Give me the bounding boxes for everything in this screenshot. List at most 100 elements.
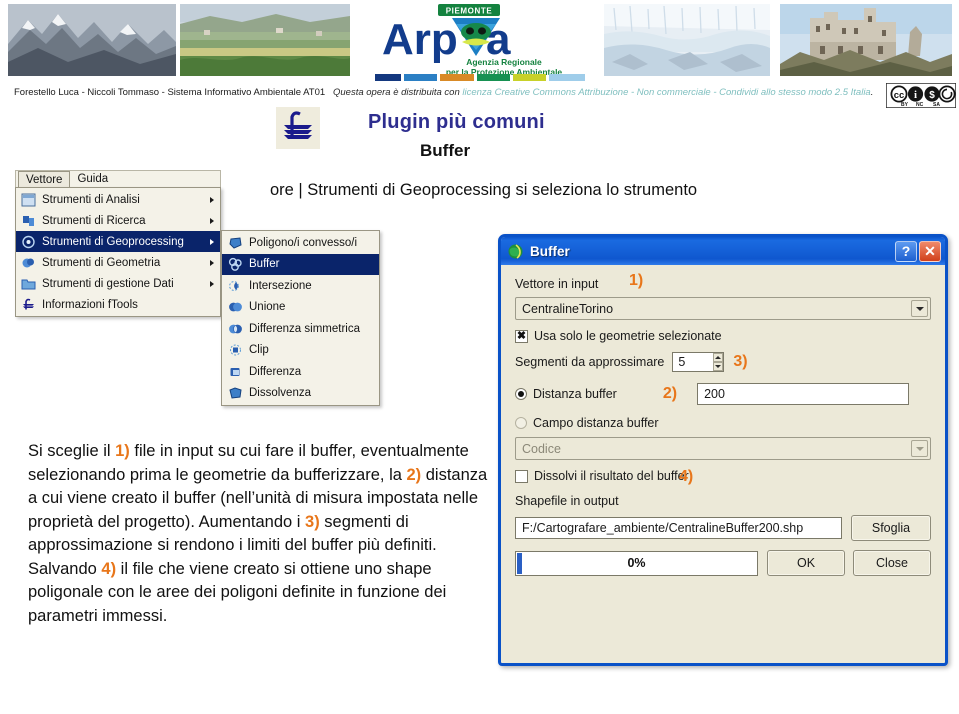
submenu-item-label: Intersezione: [249, 279, 312, 292]
menu-item-strumenti-di-ricerca[interactable]: Strumenti di Ricerca: [16, 210, 220, 231]
svg-text:SA: SA: [933, 102, 940, 108]
segments-stepper[interactable]: 5: [672, 352, 725, 372]
chevron-down-icon[interactable]: [911, 300, 928, 317]
dissolve-icon: [227, 385, 244, 401]
color-bar-segment: [375, 74, 402, 81]
submenu-item-buffer[interactable]: Buffer: [222, 253, 379, 275]
submenu-item-differenza-simmetrica[interactable]: Differenza simmetrica: [222, 318, 379, 340]
distance-field-row[interactable]: Campo distanza buffer: [515, 416, 931, 430]
dialog-title: Buffer: [530, 243, 570, 259]
menu-item-label: Strumenti di Ricerca: [42, 214, 146, 227]
header-band: PIEMONTE Arp a Agenzia Regionale per la …: [0, 0, 959, 81]
spinner-down-icon[interactable]: [713, 362, 724, 371]
color-bar-segment: [512, 74, 546, 81]
menu-item-label: Informazioni fTools: [42, 298, 138, 311]
clip-icon: [227, 342, 244, 358]
license-link[interactable]: licenza Creative Commons Attribuzione - …: [462, 87, 870, 98]
submenu-item-label: Dissolvenza: [249, 387, 311, 400]
segments-label: Segmenti da approssimare: [515, 355, 665, 369]
snowy-mountains-photo: [8, 4, 176, 76]
menu-item-label: Strumenti di Analisi: [42, 193, 140, 206]
submenu-item-label: Clip: [249, 344, 269, 357]
buffer-distance-input[interactable]: 200: [697, 383, 910, 405]
marker-3: 3): [733, 353, 748, 370]
spinner-buttons[interactable]: [708, 353, 724, 371]
menu-item-label: Strumenti di Geoprocessing: [42, 235, 184, 248]
menu-item-label: Strumenti di Geometria: [42, 256, 161, 269]
color-bar-segment: [440, 74, 474, 81]
distance-field-combo[interactable]: Codice: [515, 437, 931, 460]
use-selected-only-checkbox[interactable]: ✖: [515, 329, 528, 343]
submenu-item-clip[interactable]: Clip: [222, 340, 379, 362]
marker-2: 2): [662, 385, 678, 402]
page-subtitle: Buffer: [420, 141, 471, 160]
geometry-icon: [20, 255, 37, 270]
step-marker: 2): [406, 465, 422, 484]
chevron-right-icon: [210, 238, 214, 245]
dissolve-label: Dissolvi il risultato del buffer: [534, 469, 689, 483]
input-vector-value: CentralineTorino: [522, 301, 614, 316]
svg-text:BY: BY: [901, 102, 909, 108]
output-path-row: F:/Cartografare_ambiente/CentralineBuffe…: [515, 515, 931, 541]
union-icon: [227, 299, 244, 315]
submenu-item-unione[interactable]: Unione: [222, 297, 379, 319]
page-title: Plugin più comuni: [368, 111, 545, 133]
symmetric-difference-icon: [227, 321, 244, 337]
marker-4: 4): [679, 468, 694, 485]
buffer-distance-row[interactable]: Distanza buffer 2) 200: [515, 383, 931, 405]
buffer-icon: [227, 256, 244, 272]
progress-fill: [517, 552, 522, 574]
submenu-item-dissolvenza[interactable]: Dissolvenza: [222, 383, 379, 405]
close-icon[interactable]: ✕: [919, 240, 941, 262]
dialog-titlebar[interactable]: Buffer ? ✕: [501, 237, 945, 265]
menubar-item-guida[interactable]: Guida: [70, 171, 115, 188]
submenu-item-label: Differenza simmetrica: [249, 322, 360, 335]
chevron-right-icon: [210, 280, 214, 287]
progress-bar: 0%: [515, 550, 758, 576]
output-path-input[interactable]: F:/Cartografare_ambiente/CentralineBuffe…: [515, 517, 842, 539]
segments-value: 5: [678, 355, 686, 369]
author-credit: Forestello Luca - Niccoli Tommaso - Sist…: [14, 87, 326, 98]
help-button[interactable]: ?: [895, 240, 917, 262]
brand-color-bar: [375, 74, 585, 81]
buffer-distance-radio[interactable]: [515, 388, 527, 400]
difference-icon: [227, 364, 244, 380]
distance-field-radio[interactable]: [515, 417, 527, 429]
menu-item-informazioni-ftools[interactable]: Informazioni fTools: [16, 294, 220, 315]
farmland-photo: [180, 4, 350, 76]
menu-item-strumenti-di-analisi[interactable]: Strumenti di Analisi: [16, 189, 220, 210]
submenu-item-intersezione[interactable]: Intersezione: [222, 275, 379, 297]
input-vector-combo[interactable]: CentralineTorino: [515, 297, 931, 320]
dissolve-checkbox[interactable]: [515, 469, 528, 483]
submenu-item-differenza[interactable]: Differenza: [222, 361, 379, 383]
submenu-item-label: Unione: [249, 301, 286, 314]
analysis-icon: [20, 192, 37, 207]
spinner-up-icon[interactable]: [713, 353, 724, 362]
menu-item-strumenti-di-geometria[interactable]: Strumenti di Geometria: [16, 252, 220, 273]
buffer-dialog: Buffer ? ✕ Vettore in input 1) Centralin…: [498, 234, 948, 666]
distance-field-value: Codice: [522, 441, 561, 456]
use-selected-only-row[interactable]: ✖ Usa solo le geometrie selezionate: [515, 329, 931, 343]
menu-item-label: Strumenti di gestione Dati: [42, 277, 174, 290]
menu-item-strumenti-di-geoprocessing[interactable]: Strumenti di Geoprocessing: [16, 231, 220, 252]
submenu-item-poligono-convesso[interactable]: Poligono/i convesso/i: [222, 232, 379, 254]
geoprocessing-icon: [20, 234, 37, 249]
marker-1: 1): [629, 272, 644, 289]
menu-item-strumenti-di-gestione-dati[interactable]: Strumenti di gestione Dati: [16, 273, 220, 294]
intro-line: ore | Strumenti di Geoprocessing si sele…: [270, 181, 698, 199]
dissolve-row[interactable]: Dissolvi il risultato del buffer: [515, 469, 931, 483]
browse-button[interactable]: Sfoglia: [851, 515, 931, 541]
body-text-run: Salvando: [28, 559, 102, 578]
chevron-down-icon[interactable]: [911, 440, 928, 457]
research-icon: [20, 213, 37, 228]
ok-button[interactable]: OK: [767, 550, 845, 576]
chevron-right-icon: [210, 259, 214, 266]
chevron-right-icon: [210, 217, 214, 224]
body-paragraph: Si sceglie il 1) file in input su cui fa…: [28, 440, 488, 628]
footer-row: 0% OK Close: [515, 550, 931, 576]
close-button[interactable]: Close: [853, 550, 931, 576]
color-bar-segment: [476, 74, 510, 81]
menubar: Vettore Guida: [15, 170, 221, 190]
svg-text:NC: NC: [916, 102, 924, 108]
svg-text:cc: cc: [894, 90, 905, 101]
